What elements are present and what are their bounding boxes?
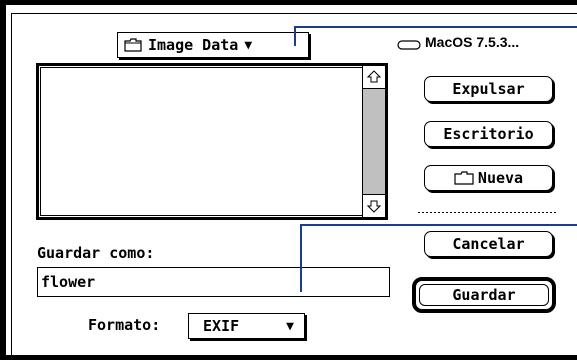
- eject-button-label: Expulsar: [452, 80, 525, 98]
- eject-button[interactable]: Expulsar: [424, 76, 553, 102]
- scroll-down-arrow-icon[interactable]: [363, 194, 385, 217]
- save-button[interactable]: Guardar: [412, 277, 556, 313]
- save-button-face[interactable]: Guardar: [419, 284, 549, 306]
- new-folder-button-label: Nueva: [477, 169, 524, 187]
- save-as-label: Guardar como:: [37, 244, 155, 262]
- callout-line-1-horizontal: [294, 26, 577, 28]
- cancel-button[interactable]: Cancelar: [424, 231, 553, 257]
- folder-icon: [454, 171, 474, 185]
- file-list-scrollbar[interactable]: [362, 66, 385, 217]
- scroll-up-arrow-icon[interactable]: [363, 66, 385, 89]
- desktop-button-label: Escritorio: [443, 125, 534, 143]
- disk-label: MacOS 7.5.3...: [425, 34, 520, 50]
- dialog-frame-left: [0, 0, 6, 360]
- dialog-frame-bottom: [0, 355, 577, 360]
- file-list[interactable]: [36, 63, 388, 220]
- triangle-down-icon: ▼: [244, 37, 253, 53]
- format-popup-value: EXIF: [203, 317, 240, 335]
- new-folder-button[interactable]: Nueva: [424, 165, 553, 191]
- format-label: Formato:: [88, 316, 161, 334]
- dotted-divider: [418, 212, 556, 214]
- dialog-frame-top: [0, 0, 577, 5]
- folder-popup-label: Image Data: [148, 36, 239, 54]
- disk-icon: [397, 37, 421, 50]
- file-name-field[interactable]: flower: [37, 267, 390, 297]
- callout-line-2-horizontal: [300, 224, 577, 226]
- callout-line-1-vertical: [294, 26, 296, 46]
- current-disk: MacOS 7.5.3...: [397, 34, 519, 50]
- cancel-button-label: Cancelar: [452, 235, 525, 253]
- save-button-label: Guardar: [452, 286, 516, 304]
- desktop-button[interactable]: Escritorio: [424, 121, 553, 147]
- format-popup-menu[interactable]: EXIF ▼: [188, 313, 305, 339]
- dialog-inner-border-left: [11, 13, 12, 360]
- triangle-down-icon: ▼: [286, 318, 294, 334]
- folder-icon: [124, 38, 142, 52]
- save-dialog: Image Data ▼ MacOS 7.5.3... Expulsar Esc…: [0, 0, 577, 360]
- dialog-inner-border-top: [11, 13, 577, 14]
- callout-line-2-vertical: [300, 224, 302, 292]
- file-list-area[interactable]: [40, 67, 384, 216]
- folder-popup-menu[interactable]: Image Data ▼: [117, 32, 309, 58]
- file-name-value: flower: [41, 273, 96, 291]
